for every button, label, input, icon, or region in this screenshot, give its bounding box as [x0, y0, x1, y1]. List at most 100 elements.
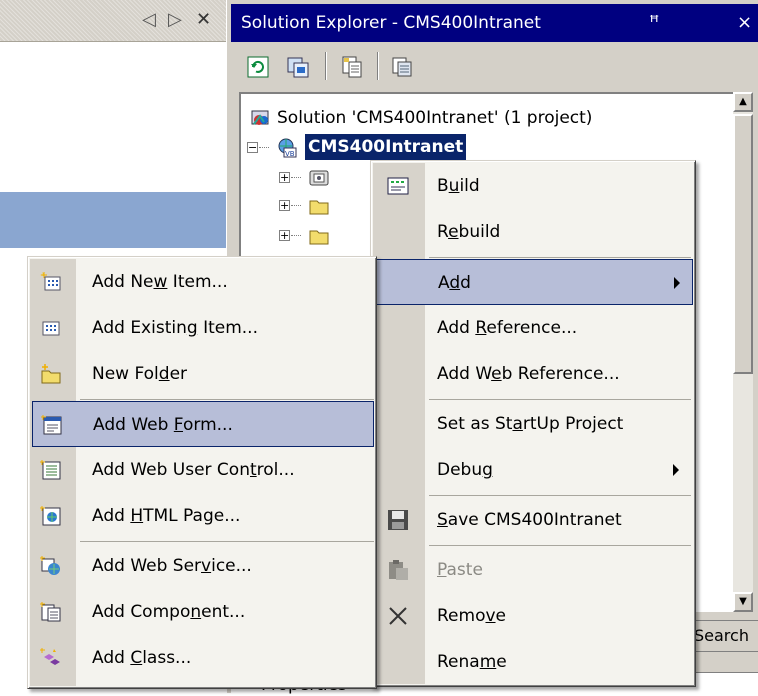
menu-separator	[80, 541, 374, 542]
refresh-button[interactable]	[241, 50, 273, 82]
menu-item-add-class[interactable]: Add Class...	[30, 635, 374, 681]
menu-item-label: Remove	[437, 606, 506, 626]
menu-item-add-web-user-control[interactable]: Add Web User Control...	[30, 447, 374, 493]
expand-icon[interactable]: +	[279, 172, 290, 183]
pin-icon[interactable]: ꟸ	[649, 4, 659, 42]
menu-item-label: Save CMS400Intranet	[437, 510, 622, 530]
scroll-up-icon[interactable]: ▲	[733, 92, 753, 112]
submenu-arrow-icon	[674, 277, 680, 289]
close-icon[interactable]: ×	[737, 4, 752, 42]
menu-item-rebuild[interactable]: Rebuild	[373, 209, 693, 255]
menu-item-add[interactable]: Add	[375, 259, 693, 305]
tree-item-solution[interactable]: Solution 'CMS400Intranet' (1 project)	[241, 104, 721, 132]
menu-item-save[interactable]: Save CMS400Intranet	[373, 497, 693, 543]
menu-item-new-folder[interactable]: New Folder	[30, 351, 374, 397]
menu-item-label: Add	[438, 273, 471, 293]
tree-item-folder[interactable]: +	[241, 222, 361, 250]
solution-icon	[251, 110, 269, 125]
document-pane-titlebar: ◁ ▷ ✕	[0, 0, 226, 42]
scroll-down-icon[interactable]: ▼	[733, 592, 753, 612]
solution-explorer-title: Solution Explorer - CMS400Intranet	[241, 13, 541, 33]
menu-item-label: Add Web Service...	[92, 556, 252, 576]
toolbar-separator	[377, 52, 379, 80]
menu-item-add-web-form[interactable]: Add Web Form...	[32, 401, 374, 447]
remove-icon	[389, 607, 407, 625]
copy-project-icon	[392, 57, 412, 77]
build-icon	[387, 177, 409, 195]
expand-icon[interactable]: +	[279, 200, 290, 211]
vb-web-project-icon: VB	[278, 138, 297, 158]
paste-icon	[389, 560, 408, 580]
folder-icon	[309, 230, 329, 245]
tree-item-folder[interactable]: +	[241, 192, 361, 220]
folder-icon	[309, 200, 329, 215]
add-submenu: Add New Item... Add Existing Item... New…	[27, 256, 377, 689]
menu-item-rename[interactable]: Rename	[373, 639, 693, 685]
project-label: CMS400Intranet	[305, 134, 467, 160]
menu-item-label: Add New Item...	[92, 272, 228, 292]
component-icon	[40, 602, 61, 622]
menu-separator	[429, 257, 691, 258]
tab-search[interactable]: Search	[687, 620, 758, 652]
solution-explorer-titlebar[interactable]: Solution Explorer - CMS400Intranet ꟸ ×	[231, 4, 758, 42]
scrollbar-thumb[interactable]	[733, 114, 753, 374]
show-all-files-button[interactable]	[281, 50, 313, 82]
tree-connector	[259, 147, 269, 148]
existing-item-icon	[42, 321, 60, 336]
tree-item-references[interactable]: +	[241, 164, 361, 192]
menu-item-label: Add HTML Page...	[92, 506, 241, 526]
menu-item-add-component[interactable]: Add Component...	[30, 589, 374, 635]
menu-item-label: Add Reference...	[437, 318, 578, 338]
menu-item-label: Add Component...	[92, 602, 246, 622]
tree-connector	[291, 205, 301, 206]
menu-item-add-existing-item[interactable]: Add Existing Item...	[30, 305, 374, 351]
web-form-icon	[41, 415, 62, 435]
menu-item-build[interactable]: Build	[373, 163, 693, 209]
copy-project-button[interactable]	[385, 50, 417, 82]
new-folder-icon	[41, 364, 61, 384]
properties-icon	[342, 56, 362, 78]
menu-item-label: Paste	[437, 560, 483, 580]
menu-separator	[80, 399, 374, 400]
menu-item-debug[interactable]: Debug	[373, 447, 693, 493]
expand-icon[interactable]: +	[279, 230, 290, 241]
menu-item-add-html-page[interactable]: Add HTML Page...	[30, 493, 374, 539]
web-service-icon	[40, 556, 60, 575]
save-icon	[388, 510, 408, 530]
menu-item-add-reference[interactable]: Add Reference...	[373, 305, 693, 351]
refresh-icon	[247, 56, 269, 78]
menu-item-remove[interactable]: Remove	[373, 593, 693, 639]
scroll-left-icon[interactable]: ◁	[142, 8, 156, 32]
properties-button[interactable]	[335, 50, 367, 82]
tree-item-project[interactable]: − VB CMS400Intranet	[241, 134, 721, 162]
new-item-icon	[40, 272, 61, 291]
menu-separator	[429, 545, 691, 546]
menu-item-label: Build	[437, 176, 480, 196]
menu-item-label: Add Web User Control...	[92, 460, 295, 480]
menu-item-label: Set as StartUp Project	[437, 414, 624, 434]
menu-item-add-new-item[interactable]: Add New Item...	[30, 259, 374, 305]
menu-item-label: Rename	[437, 652, 507, 672]
solution-label: Solution 'CMS400Intranet' (1 project)	[277, 108, 593, 128]
solution-explorer-toolbar	[231, 46, 758, 86]
menu-item-set-startup[interactable]: Set as StartUp Project	[373, 401, 693, 447]
menu-item-label: New Folder	[92, 364, 188, 384]
document-selection	[0, 192, 226, 248]
tree-vertical-scrollbar[interactable]: ▲ ▼	[733, 92, 753, 612]
html-page-icon	[40, 506, 61, 526]
menu-item-label: Debug	[437, 460, 493, 480]
menu-separator	[429, 399, 691, 400]
scroll-right-icon[interactable]: ▷	[168, 8, 182, 32]
close-document-icon[interactable]: ✕	[196, 8, 211, 32]
menu-separator	[429, 495, 691, 496]
show-all-files-icon	[287, 57, 309, 78]
submenu-arrow-icon	[673, 464, 679, 476]
menu-item-label: Add Web Reference...	[437, 364, 620, 384]
class-icon	[40, 648, 60, 665]
menu-item-label: Add Existing Item...	[92, 318, 258, 338]
menu-item-paste[interactable]: Paste	[373, 547, 693, 593]
menu-item-add-web-service[interactable]: Add Web Service...	[30, 543, 374, 589]
menu-item-add-web-reference[interactable]: Add Web Reference...	[373, 351, 693, 397]
tree-connector	[291, 177, 301, 178]
collapse-icon[interactable]: −	[247, 142, 258, 153]
